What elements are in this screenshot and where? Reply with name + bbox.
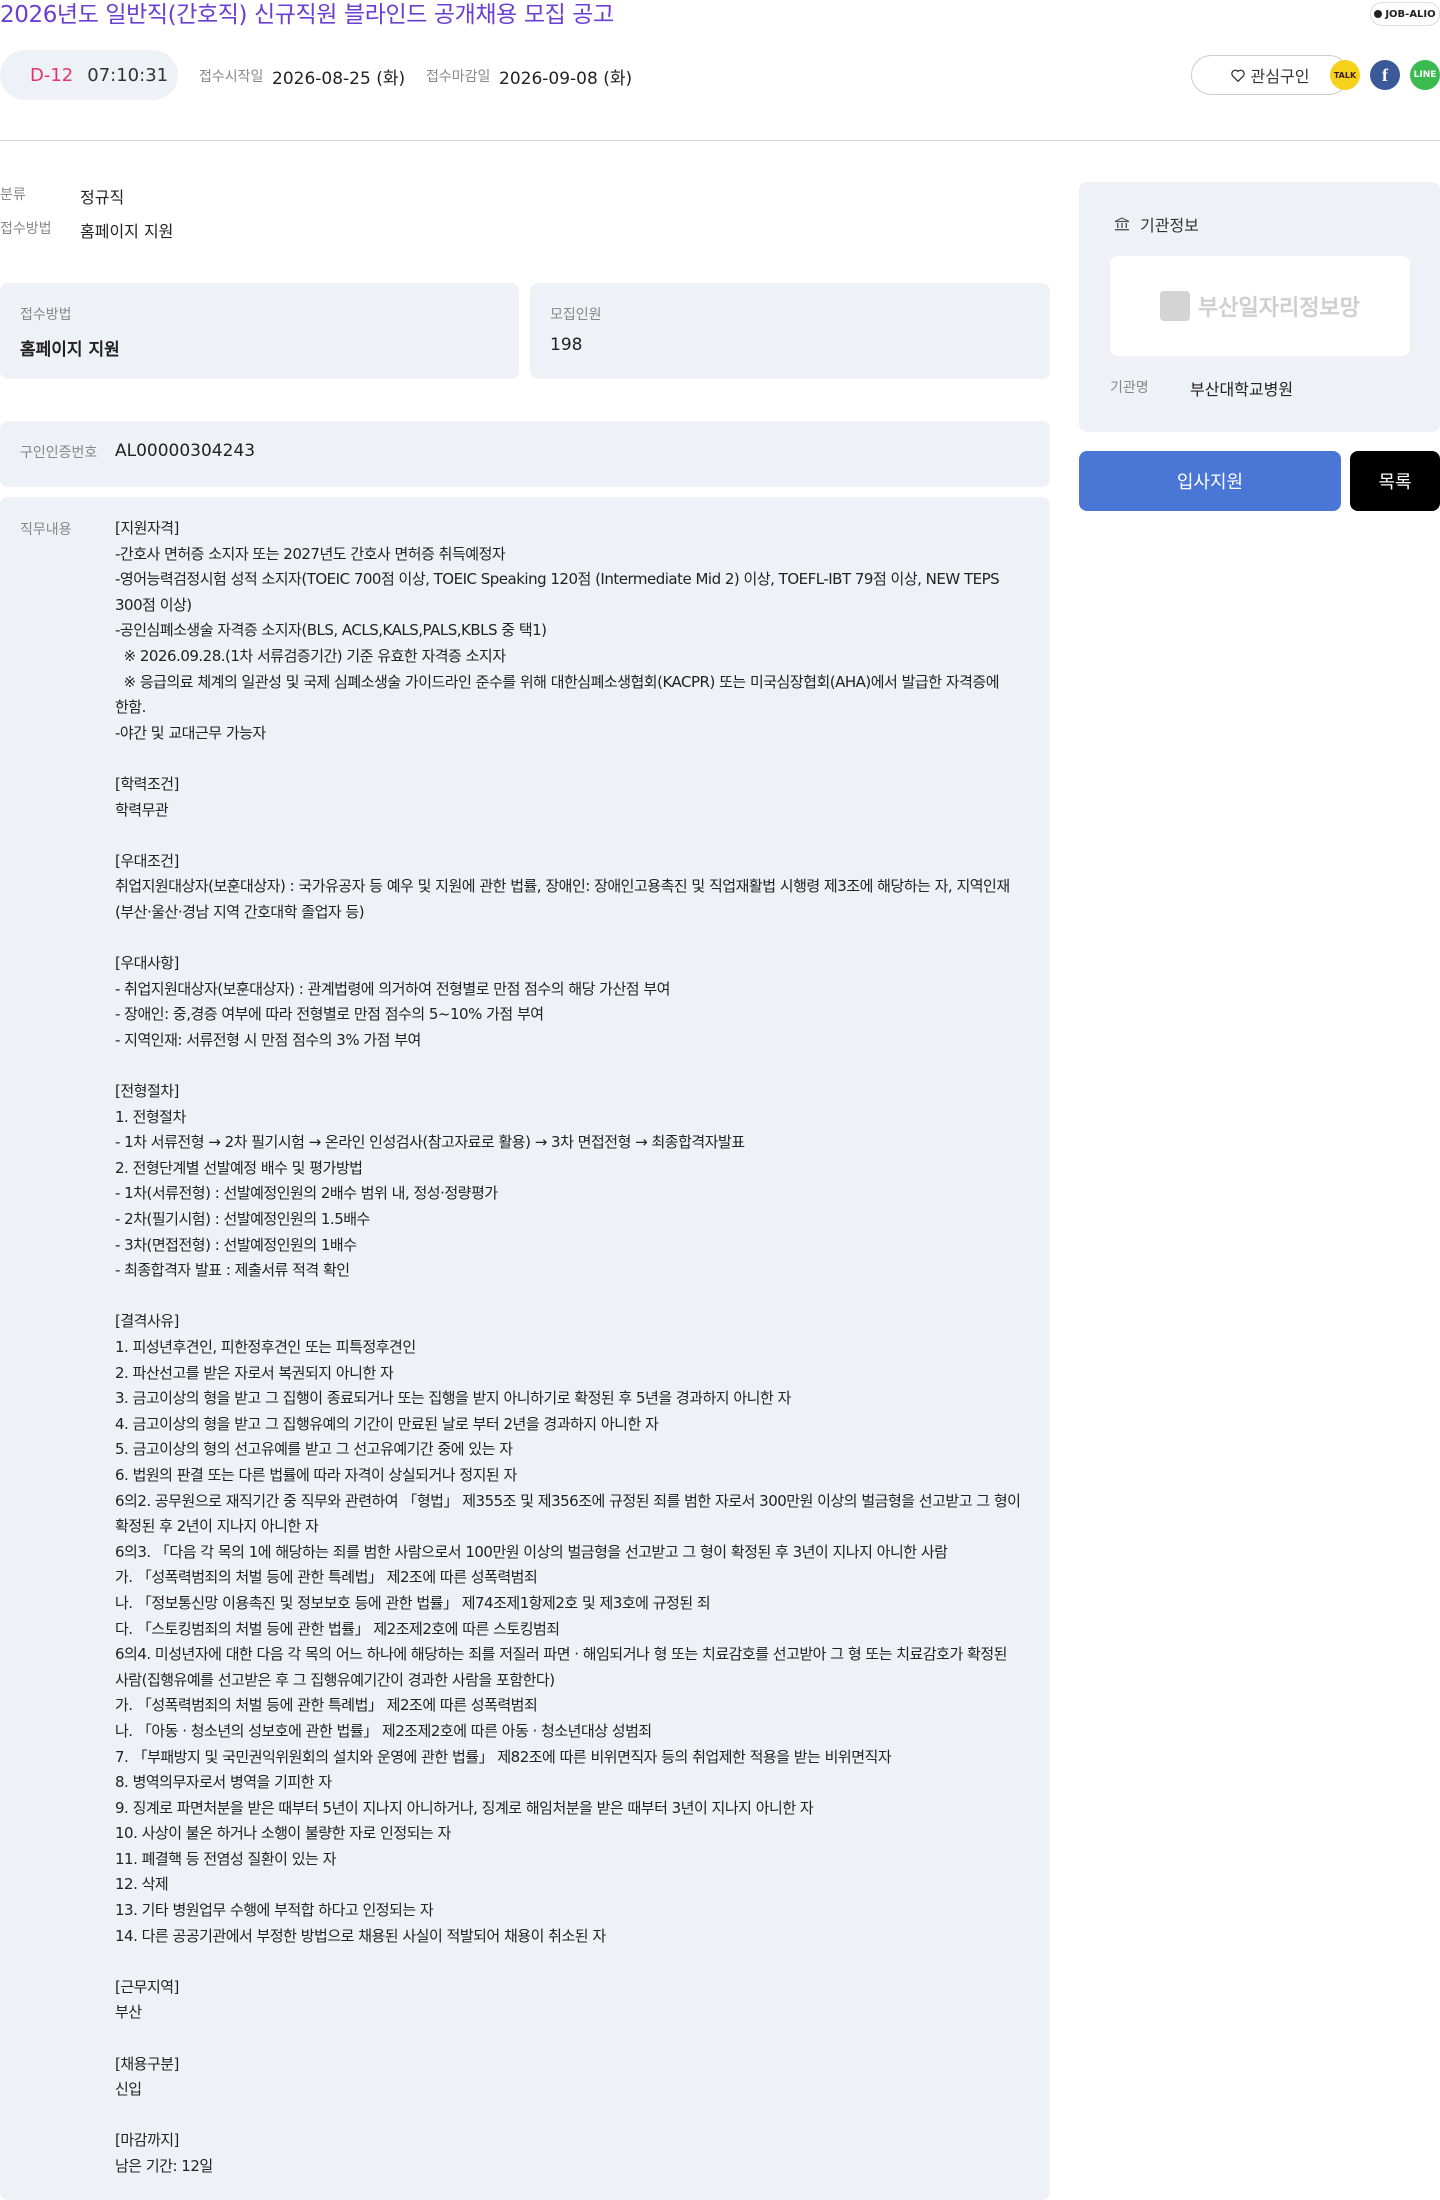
- agency-logo-text: 부산일자리정보망: [1198, 296, 1360, 321]
- method-label: 접수방법: [0, 221, 52, 237]
- headcount-card: 모집인원 198: [530, 283, 1050, 379]
- start-date-value: 2026-08-25 (화): [272, 69, 406, 89]
- heart-icon: [1230, 69, 1245, 82]
- countdown-pill: D-12 07:10:31: [0, 50, 178, 100]
- agency-info-header: 기관정보: [1114, 212, 1199, 236]
- method-value: 홈페이지 지원: [80, 222, 174, 241]
- category-value: 정규직: [80, 188, 125, 207]
- dday-badge: D-12: [30, 64, 74, 86]
- line-share-icon[interactable]: LINE: [1410, 60, 1440, 90]
- category-label: 분류: [0, 187, 26, 203]
- agency-name-label: 기관명: [1110, 380, 1149, 396]
- end-date-value: 2026-09-08 (화): [499, 69, 633, 89]
- favorite-label: 관심구인: [1250, 67, 1310, 86]
- end-date-label: 접수마감일: [426, 69, 491, 85]
- list-button[interactable]: 목록: [1350, 451, 1440, 511]
- header-divider: [0, 140, 1440, 141]
- agency-info-title: 기관정보: [1140, 216, 1199, 235]
- job-description-label: 직무내용: [20, 522, 72, 538]
- agency-logo-mark-icon: [1160, 291, 1191, 321]
- method-card-label: 접수방법: [20, 307, 72, 323]
- headcount-value: 198: [550, 335, 583, 355]
- cert-number-value: AL00000304243: [115, 441, 256, 461]
- brand-badge[interactable]: JOB-ALIO: [1370, 2, 1440, 26]
- method-card-value: 홈페이지 지원: [20, 340, 120, 360]
- building-icon: [1114, 217, 1130, 231]
- facebook-share-icon[interactable]: f: [1370, 60, 1400, 90]
- cert-number-label: 구인인증번호: [20, 445, 98, 461]
- countdown-timer: 07:10:31: [87, 64, 169, 86]
- job-description-text: [지원자격] -간호사 면허증 소지자 또는 2027년도 간호사 면허증 취득…: [115, 519, 1021, 2175]
- brand-badge-label: JOB-ALIO: [1385, 8, 1436, 20]
- kakaotalk-share-label: TALK: [1333, 70, 1357, 80]
- brand-logo-icon: [1374, 10, 1383, 18]
- page-title: 2026년도 일반직(간호직) 신규직원 블라인드 공개채용 모집 공고: [0, 2, 614, 28]
- cert-number-card: 구인인증번호 AL00000304243: [0, 421, 1050, 487]
- kakaotalk-share-icon[interactable]: TALK: [1330, 60, 1360, 90]
- agency-logo: 부산일자리정보망: [1110, 256, 1410, 356]
- facebook-share-label: f: [1382, 64, 1388, 85]
- start-date-label: 접수시작일: [199, 69, 264, 85]
- agency-info-panel: 기관정보 부산일자리정보망 기관명 부산대학교병원: [1079, 182, 1440, 432]
- line-share-label: LINE: [1413, 70, 1437, 80]
- job-description-panel: 직무내용 [지원자격] -간호사 면허증 소지자 또는 2027년도 간호사 면…: [0, 497, 1050, 2200]
- agency-name-value: 부산대학교병원: [1190, 380, 1294, 399]
- favorite-button[interactable]: 관심구인: [1191, 55, 1349, 95]
- headcount-label: 모집인원: [550, 307, 602, 323]
- apply-button[interactable]: 입사지원: [1079, 451, 1341, 511]
- method-card: 접수방법 홈페이지 지원: [0, 283, 519, 379]
